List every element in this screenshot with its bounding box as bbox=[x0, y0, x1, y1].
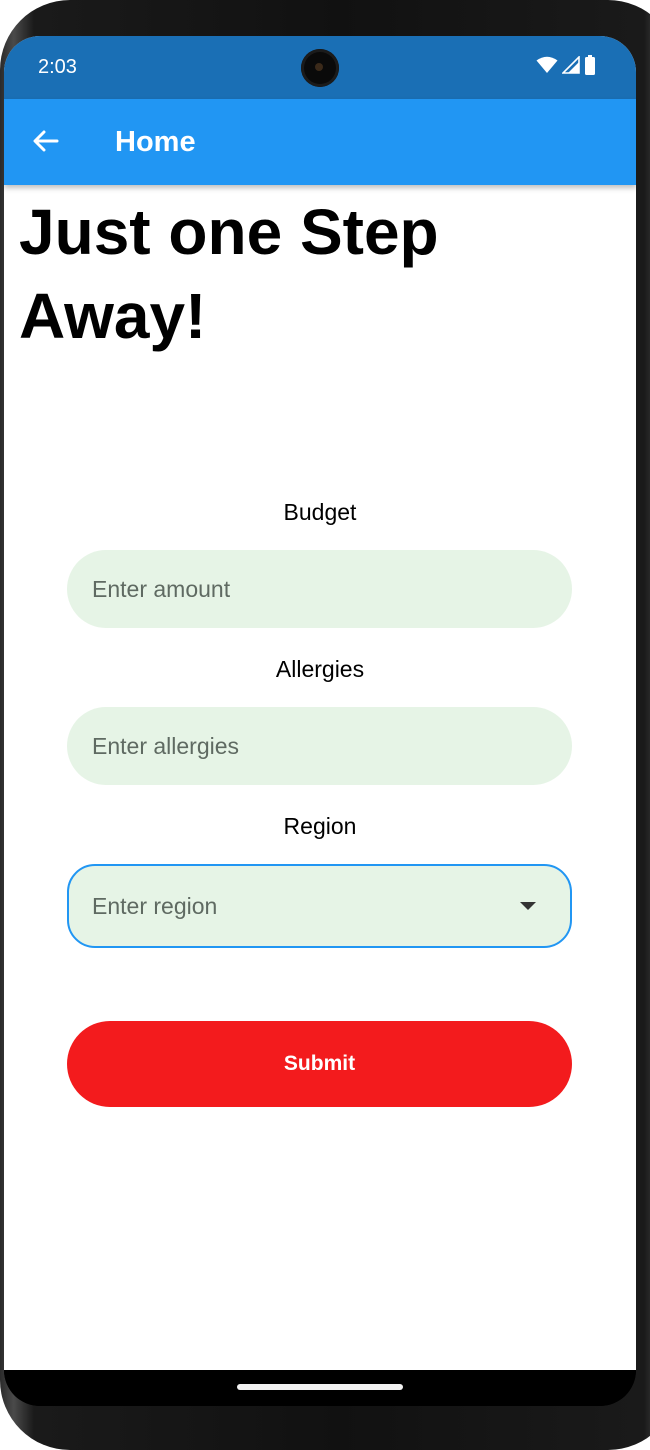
region-dropdown[interactable]: Enter region bbox=[67, 864, 572, 948]
allergies-label: Allergies bbox=[275, 656, 365, 682]
app-bar: Home bbox=[4, 99, 636, 185]
status-time: 2:03 bbox=[38, 56, 77, 78]
front-camera bbox=[301, 49, 339, 87]
navigation-bar bbox=[4, 1370, 636, 1406]
submit-button[interactable]: Submit bbox=[67, 1021, 572, 1107]
budget-placeholder: Enter amount bbox=[92, 575, 231, 602]
home-indicator[interactable] bbox=[237, 1384, 403, 1390]
status-icons bbox=[536, 54, 596, 80]
arrow-left-icon bbox=[33, 130, 59, 157]
allergies-placeholder: Enter allergies bbox=[92, 732, 240, 759]
app-bar-title: Home bbox=[115, 126, 196, 158]
status-bar: 2:03 bbox=[4, 36, 636, 99]
budget-input[interactable]: Enter amount bbox=[67, 550, 572, 628]
battery-icon bbox=[584, 54, 596, 80]
budget-label: Budget bbox=[283, 499, 357, 525]
dropdown-arrow-icon bbox=[520, 902, 536, 910]
app-screen: 2:03 Home Just one Step Away! Budget Ent… bbox=[4, 36, 636, 1370]
region-label: Region bbox=[283, 813, 357, 839]
phone-frame: 2:03 Home Just one Step Away! Budget Ent… bbox=[0, 0, 650, 1450]
cellular-signal-icon bbox=[561, 54, 580, 79]
device-screen-area: 2:03 Home Just one Step Away! Budget Ent… bbox=[4, 36, 636, 1406]
allergies-input[interactable]: Enter allergies bbox=[67, 707, 572, 785]
back-button[interactable] bbox=[24, 121, 68, 165]
region-placeholder: Enter region bbox=[92, 892, 218, 919]
wifi-icon bbox=[536, 56, 558, 79]
page-headline: Just one Step Away! bbox=[19, 196, 439, 352]
